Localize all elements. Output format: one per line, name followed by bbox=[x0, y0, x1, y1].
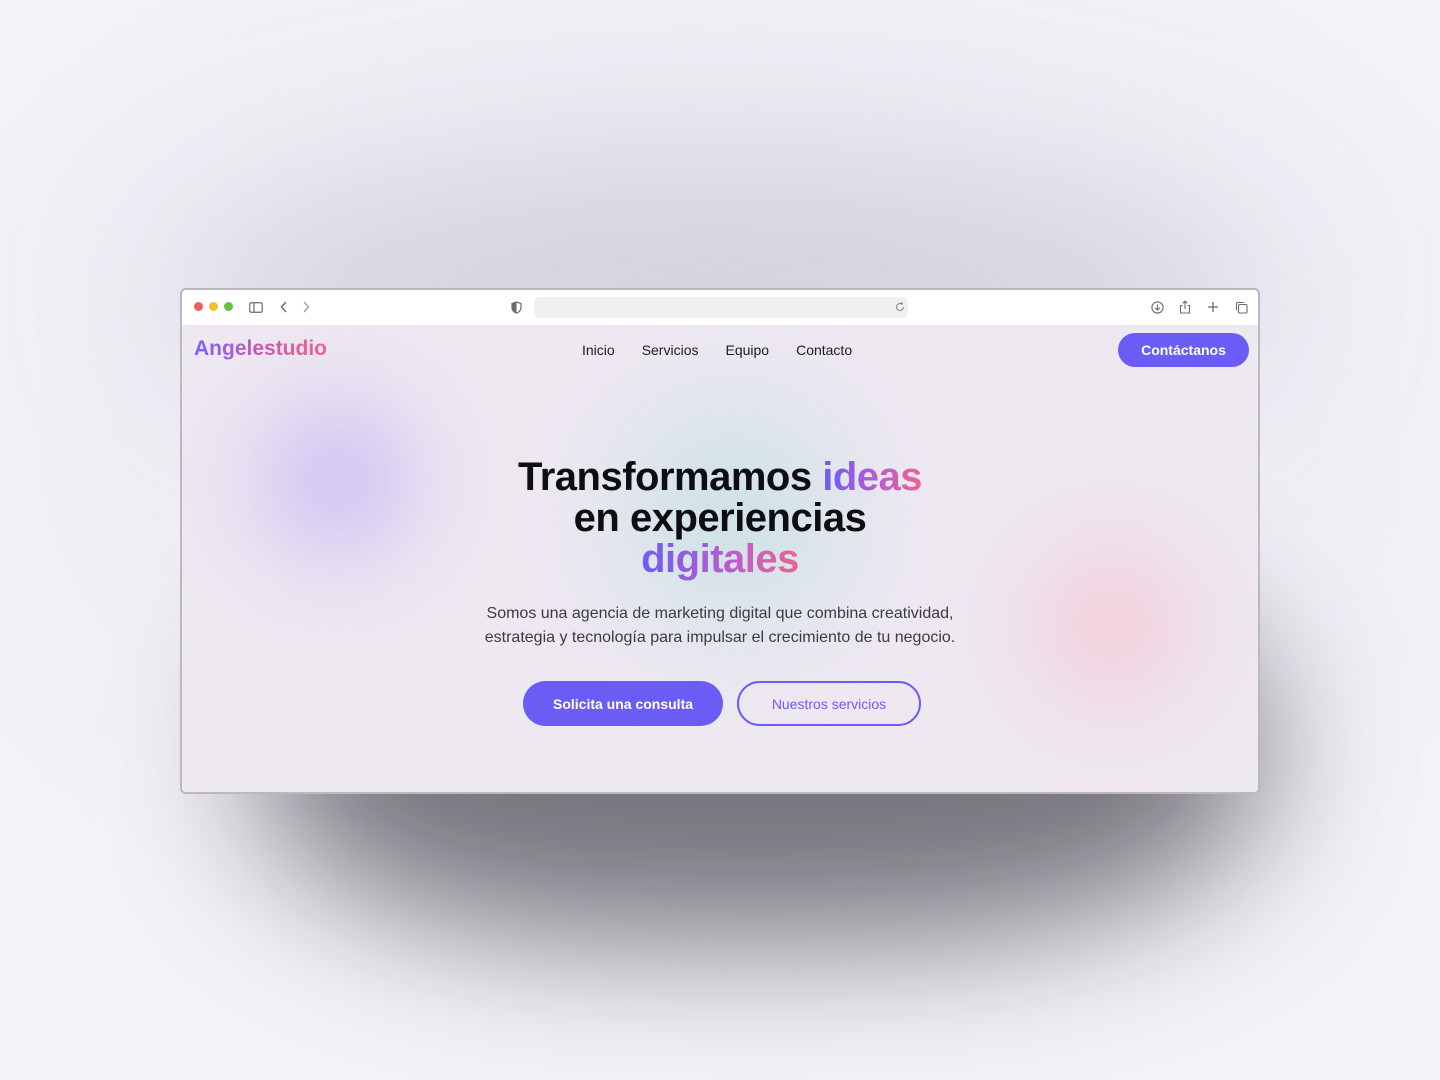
sidebar-toggle-icon[interactable] bbox=[248, 299, 264, 315]
zoom-window-button[interactable] bbox=[224, 302, 233, 311]
site-logo[interactable]: Angelestudio bbox=[194, 337, 327, 361]
hero-heading-highlight-ideas: ideas bbox=[822, 455, 922, 499]
minimize-window-button[interactable] bbox=[209, 302, 218, 311]
hero-section: Transformamos ideas en experiencias digi… bbox=[182, 457, 1258, 650]
forward-icon[interactable] bbox=[298, 299, 314, 315]
hero-subtitle: Somos una agencia de marketing digital q… bbox=[440, 602, 1000, 650]
download-icon[interactable] bbox=[1149, 299, 1165, 315]
reload-icon[interactable] bbox=[892, 299, 908, 315]
tab-overview-icon[interactable] bbox=[1233, 299, 1249, 315]
new-tab-icon[interactable] bbox=[1205, 299, 1221, 315]
share-icon[interactable] bbox=[1177, 299, 1193, 315]
back-icon[interactable] bbox=[276, 299, 292, 315]
nav-links: Inicio Servicios Equipo Contacto bbox=[582, 342, 852, 358]
close-window-button[interactable] bbox=[194, 302, 203, 311]
address-bar[interactable] bbox=[534, 297, 908, 318]
our-services-button[interactable]: Nuestros servicios bbox=[737, 681, 921, 726]
hero-heading-part-2: en experiencias bbox=[573, 496, 867, 540]
site-navbar: Angelestudio Inicio Servicios Equipo Con… bbox=[182, 325, 1258, 377]
request-consultation-button[interactable]: Solicita una consulta bbox=[523, 681, 723, 726]
hero-heading: Transformamos ideas en experiencias digi… bbox=[182, 457, 1258, 580]
nav-link-inicio[interactable]: Inicio bbox=[582, 342, 615, 358]
browser-window: Angelestudio Inicio Servicios Equipo Con… bbox=[180, 288, 1260, 794]
hero-heading-highlight-digitales: digitales bbox=[641, 537, 799, 581]
contact-cta-button[interactable]: Contáctanos bbox=[1118, 333, 1249, 367]
hero-subtitle-line-2: estrategia y tecnología para impulsar el… bbox=[484, 629, 956, 646]
browser-toolbar bbox=[182, 290, 1258, 325]
hero-subtitle-line-1: Somos una agencia de marketing digital q… bbox=[486, 605, 954, 622]
nav-link-servicios[interactable]: Servicios bbox=[642, 342, 699, 358]
hero-heading-part-1: Transformamos bbox=[517, 455, 823, 499]
privacy-shield-icon[interactable] bbox=[508, 299, 524, 315]
nav-link-contacto[interactable]: Contacto bbox=[796, 342, 852, 358]
nav-link-equipo[interactable]: Equipo bbox=[725, 342, 769, 358]
window-controls bbox=[194, 302, 233, 311]
webpage: Angelestudio Inicio Servicios Equipo Con… bbox=[182, 325, 1258, 792]
